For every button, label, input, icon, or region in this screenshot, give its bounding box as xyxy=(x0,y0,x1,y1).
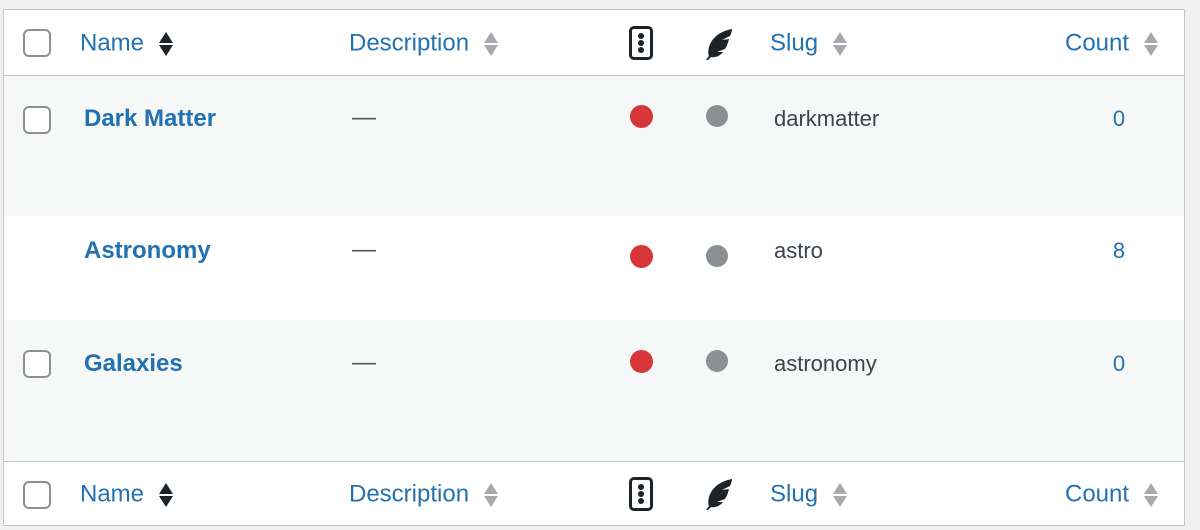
term-slug: darkmatter xyxy=(774,106,880,131)
term-description: — xyxy=(352,104,376,131)
table-row: Galaxies — astronomy 0 xyxy=(4,320,1184,461)
term-name-link[interactable]: Dark Matter xyxy=(84,105,216,133)
traffic-light-icon[interactable] xyxy=(629,477,653,511)
column-label-description: Description xyxy=(349,29,470,57)
indexing-grey-dot xyxy=(706,245,728,267)
sort-icon xyxy=(832,482,847,508)
column-footer-slug[interactable]: Slug xyxy=(770,462,847,526)
term-slug: astronomy xyxy=(774,351,877,376)
column-label-count: Count xyxy=(1065,29,1130,57)
feather-icon[interactable] xyxy=(701,27,735,61)
traffic-light-icon[interactable] xyxy=(629,26,653,60)
term-name-link[interactable]: Astronomy xyxy=(84,237,211,265)
column-footer-name[interactable]: Name xyxy=(80,462,173,526)
table-row: Astronomy — astro 8 xyxy=(4,216,1184,320)
term-slug: astro xyxy=(774,238,823,263)
table-header: Name Description Slug Count xyxy=(4,10,1184,76)
sort-icon xyxy=(483,482,498,508)
column-footer-description[interactable]: Description xyxy=(349,462,498,526)
term-count-link[interactable]: 0 xyxy=(1084,106,1154,132)
column-label-name: Name xyxy=(80,29,145,57)
row-checkbox[interactable] xyxy=(23,106,51,134)
sort-icon xyxy=(1143,31,1158,57)
sort-icon xyxy=(832,31,847,57)
sort-icon xyxy=(1143,482,1158,508)
column-header-name[interactable]: Name xyxy=(80,10,173,76)
term-description: — xyxy=(352,236,376,263)
table-footer: Name Description Slug Count xyxy=(4,461,1184,525)
status-red-dot xyxy=(630,245,653,268)
indexing-grey-dot xyxy=(706,350,728,372)
table-row: Dark Matter — darkmatter 0 xyxy=(4,76,1184,216)
status-red-dot xyxy=(630,350,653,373)
column-footer-count[interactable]: Count xyxy=(1065,462,1158,526)
column-label-count: Count xyxy=(1065,480,1130,508)
sort-active-icon xyxy=(158,31,173,57)
row-checkbox[interactable] xyxy=(23,350,51,378)
term-count-link[interactable]: 8 xyxy=(1084,238,1154,264)
column-header-description[interactable]: Description xyxy=(349,10,498,76)
column-header-slug[interactable]: Slug xyxy=(770,10,847,76)
term-description: — xyxy=(352,349,376,376)
select-all-checkbox-footer[interactable] xyxy=(23,481,51,509)
term-name-link[interactable]: Galaxies xyxy=(84,350,183,378)
column-label-name: Name xyxy=(80,480,145,508)
column-label-slug: Slug xyxy=(770,480,819,508)
column-label-description: Description xyxy=(349,480,470,508)
status-red-dot xyxy=(630,105,653,128)
feather-icon[interactable] xyxy=(701,477,735,511)
sort-active-icon xyxy=(158,482,173,508)
indexing-grey-dot xyxy=(706,105,728,127)
column-label-slug: Slug xyxy=(770,29,819,57)
select-all-checkbox[interactable] xyxy=(23,29,51,57)
term-count-link[interactable]: 0 xyxy=(1084,351,1154,377)
column-header-count[interactable]: Count xyxy=(1065,10,1158,76)
terms-table: Name Description Slug Count Dark Matter … xyxy=(3,9,1185,526)
sort-icon xyxy=(483,31,498,57)
